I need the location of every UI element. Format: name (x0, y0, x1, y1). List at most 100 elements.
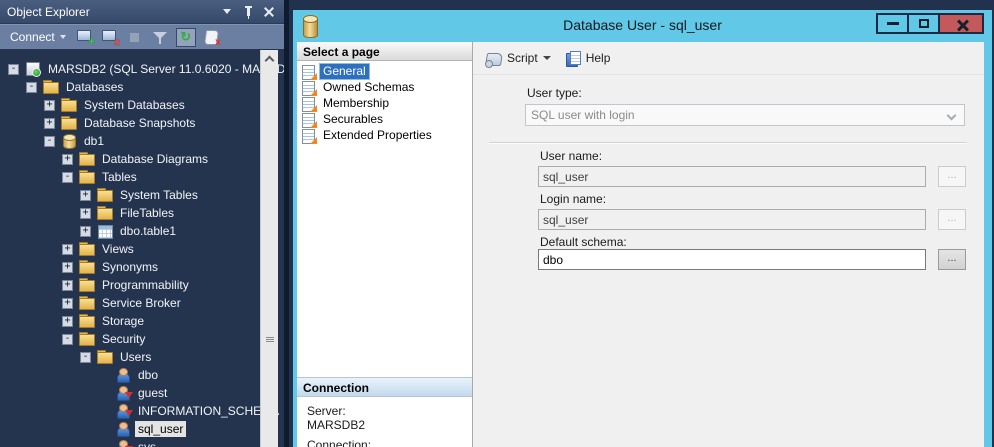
tree-item[interactable]: INFORMATION_SCHEMA (0, 402, 284, 420)
chevron-down-icon[interactable] (543, 56, 551, 64)
expander-icon[interactable]: + (62, 298, 73, 309)
object-explorer-tree: - MARSDB2 (SQL Server 11.0.6020 - MARSD … (0, 50, 284, 447)
expander-icon[interactable]: + (44, 118, 55, 129)
user-x-icon (115, 404, 130, 418)
script-icon (485, 52, 502, 65)
disabled-user-badge-icon (125, 392, 133, 402)
folder-icon (79, 242, 94, 256)
expander-icon[interactable]: + (62, 154, 73, 165)
tree-item[interactable]: - Tables (0, 168, 284, 186)
expander-icon[interactable]: - (44, 136, 55, 147)
tree-item-label: Storage (99, 313, 147, 329)
connect-object-explorer-icon[interactable] (76, 29, 94, 46)
disconnect-icon[interactable] (101, 29, 119, 46)
minimize-button[interactable] (876, 13, 909, 34)
default-schema-browse-button[interactable]: ... (938, 249, 966, 270)
stop-icon (126, 29, 144, 46)
object-explorer-header: Object Explorer (0, 0, 284, 24)
expander-icon[interactable]: - (62, 334, 73, 345)
connect-button[interactable]: Connect (7, 28, 69, 46)
expander-icon[interactable]: + (62, 316, 73, 327)
folder-icon (79, 170, 94, 184)
tree-item[interactable]: - Databases (0, 78, 284, 96)
tree-item[interactable]: + Database Diagrams (0, 150, 284, 168)
page-icon (301, 65, 316, 79)
dialog-page-item[interactable]: Owned Schemas (297, 80, 472, 95)
default-schema-field[interactable] (538, 249, 926, 270)
page-item-label: Extended Properties (320, 128, 435, 143)
expander-icon[interactable]: - (62, 172, 73, 183)
scroll-up-icon[interactable] (265, 56, 275, 66)
expander-icon[interactable]: + (44, 100, 55, 111)
tree-item[interactable]: sys (0, 438, 284, 447)
dialog-page-item[interactable]: General (297, 64, 472, 79)
expander-icon[interactable]: + (62, 280, 73, 291)
connection-label: Connection: (307, 438, 371, 447)
script-error-icon[interactable] (203, 29, 221, 46)
filter-icon[interactable] (151, 29, 169, 46)
user-x-icon (115, 386, 130, 400)
folder-icon (79, 332, 94, 346)
user-type-label: User type: (527, 86, 582, 100)
tree-scrollbar[interactable] (260, 50, 278, 447)
tree-item-label: Service Broker (99, 295, 184, 311)
tree-item-label: Database Snapshots (81, 115, 198, 131)
tree-item-label: sql_user (135, 421, 186, 437)
user-name-label: User name: (540, 149, 602, 163)
tree-item[interactable]: + dbo.table1 (0, 222, 284, 240)
expander-icon[interactable]: + (80, 190, 91, 201)
auto-hide-pin-icon[interactable] (240, 5, 256, 19)
dialog-titlebar[interactable]: Database User - sql_user (293, 10, 992, 42)
tree-item[interactable]: sql_user (0, 420, 284, 438)
tree-item[interactable]: + System Databases (0, 96, 284, 114)
tree-item[interactable]: - db1 (0, 132, 284, 150)
scrollbar-thumb-grip[interactable] (266, 337, 274, 342)
tree-item[interactable]: + System Tables (0, 186, 284, 204)
tree-item[interactable]: - Security (0, 330, 284, 348)
connection-info: Server: MARSDB2 (307, 404, 365, 432)
dialog-page-item[interactable]: Extended Properties (297, 128, 472, 143)
object-explorer-title: Object Explorer (7, 5, 214, 19)
window-position-icon[interactable] (219, 5, 235, 19)
tree-item[interactable]: dbo (0, 366, 284, 384)
refresh-icon[interactable]: ↻ (176, 28, 196, 47)
tree-item[interactable]: + Storage (0, 312, 284, 330)
expander-icon[interactable]: - (26, 82, 37, 93)
close-button[interactable] (938, 13, 984, 34)
tree-item[interactable]: + Service Broker (0, 294, 284, 312)
expander-icon[interactable]: + (80, 226, 91, 237)
dialog-page-item[interactable]: Membership (297, 96, 472, 111)
folder-icon (79, 278, 94, 292)
select-a-page-panel: Select a page General Owned Schemas Memb… (297, 42, 473, 447)
help-icon (565, 51, 581, 66)
server-label: Server: (307, 404, 365, 418)
expander-icon[interactable]: - (80, 352, 91, 363)
login-name-field (538, 209, 926, 230)
tree-item[interactable]: guest (0, 384, 284, 402)
tree-item[interactable]: - MARSDB2 (SQL Server 11.0.6020 - MARSD (0, 60, 284, 78)
tree-item[interactable]: + Programmability (0, 276, 284, 294)
expander-icon[interactable]: + (62, 262, 73, 273)
server-value: MARSDB2 (307, 418, 365, 432)
close-icon[interactable] (261, 5, 277, 19)
tree-item-label: Views (99, 241, 137, 257)
object-explorer-panel: Object Explorer Connect ↻ - MARSDB2 (SQL… (0, 0, 284, 447)
tree-item[interactable]: + Views (0, 240, 284, 258)
tree-item[interactable]: - Users (0, 348, 284, 366)
tree-item[interactable]: + FileTables (0, 204, 284, 222)
separator (489, 142, 966, 144)
tree-item[interactable]: + Database Snapshots (0, 114, 284, 132)
help-button[interactable]: Help (561, 48, 615, 69)
tree-item-label: dbo (135, 367, 161, 383)
tree-item[interactable]: + Synonyms (0, 258, 284, 276)
expander-icon[interactable]: - (8, 64, 19, 75)
dialog-page-item[interactable]: Securables (297, 112, 472, 127)
expander-icon[interactable]: + (80, 208, 91, 219)
tree-item-label: MARSDB2 (SQL Server 11.0.6020 - MARSD (45, 61, 284, 77)
expander-icon[interactable]: + (62, 244, 73, 255)
user-type-select: SQL user with login (525, 104, 965, 126)
user-icon (115, 422, 130, 436)
script-button[interactable]: Script (481, 48, 555, 68)
maximize-button[interactable] (907, 13, 940, 34)
folder-icon (79, 296, 94, 310)
